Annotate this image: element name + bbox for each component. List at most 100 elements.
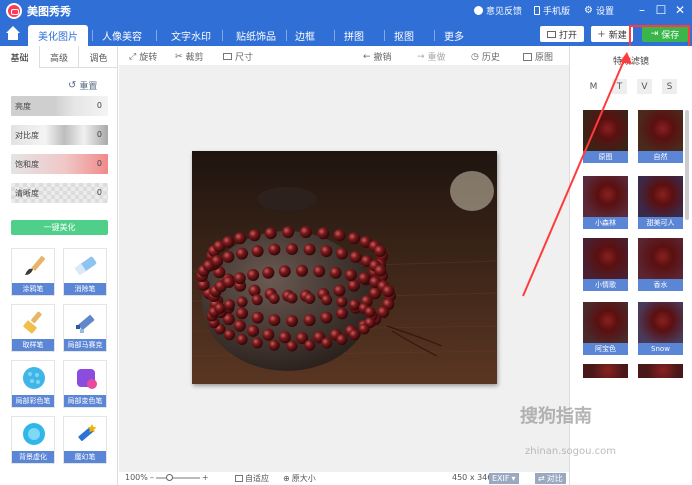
redo-button[interactable]: → 重做 [417,50,446,64]
bead [336,296,348,308]
brightness-slider[interactable]: 亮度 0 [11,96,108,116]
bead [264,227,277,240]
tab-stickers[interactable]: 贴纸饰品 [222,25,290,46]
local-color-pen-tool[interactable]: 局部彩色笔 [11,360,55,408]
bead [303,314,316,327]
tab-portrait[interactable]: 人像美容 [92,25,152,46]
exif-button[interactable]: EXIF ▾ [489,473,519,484]
redo-arrow-icon: → [417,51,425,62]
slider-value: 0 [96,130,102,139]
bead [321,337,333,349]
magic-pen-tool[interactable]: 魔幻笔 [63,416,107,464]
bead [336,307,348,320]
tab-advanced[interactable]: 高级 [40,46,79,68]
slider-value: 0 [96,159,102,168]
filter-category-t[interactable]: T [612,79,627,94]
filter-thumbnail[interactable]: 小森林 [583,176,628,229]
maximize-button[interactable]: ☐ [653,2,669,18]
reset-icon: ↺ [68,80,77,91]
home-icon[interactable] [4,26,22,42]
filter-category-v[interactable]: V [637,79,652,94]
tab-color[interactable]: 调色 [79,46,118,68]
filter-preview [583,302,628,343]
tool-label: 局部彩色笔 [12,395,54,407]
rotate-icon: ⤢ [129,51,137,62]
background-blur-tool[interactable]: 背景虚化 [11,416,55,464]
tool-label: 背景虚化 [12,451,54,463]
status-bar: 100% – + 自适应 ⊕ 原大小 450 x 346 EXIF ▾ ⇄ 对比 [119,472,569,485]
bead [358,272,371,285]
one-key-beautify-button[interactable]: 一键美化 [11,220,108,235]
crop-button[interactable]: ✂ 裁剪 [175,50,204,64]
open-button[interactable]: 打开 [540,26,584,42]
clone-pen-tool[interactable]: 取样笔 [11,304,55,352]
filter-thumbnail[interactable]: 小情歌 [583,238,628,291]
redo-label: 重做 [427,53,446,63]
minimize-button[interactable]: – [634,2,650,18]
zoom-control[interactable]: 100% – + [125,473,209,482]
filter-thumbnail[interactable]: 香水 [638,238,683,291]
clone-stamp-icon [23,311,42,334]
fit-button[interactable]: 自适应 [235,473,269,484]
tab-beautify[interactable]: 美化图片 [28,25,88,46]
filter-thumbnail[interactable]: 阿宝色 [583,302,628,355]
zoom-slider[interactable] [155,473,200,481]
filter-thumbnail[interactable]: Snow [638,302,683,355]
filter-thumbnail[interactable] [638,364,683,378]
reset-button[interactable]: ↺ 重置 [68,79,97,92]
watermark-brand: 搜狗指南 [520,406,592,427]
bead [251,294,263,306]
filter-thumbnail[interactable]: 甜美可人 [638,176,683,229]
history-button[interactable]: ◷ 历史 [471,50,500,64]
actual-size-button[interactable]: ⊕ 原大小 [283,473,316,484]
rotate-button[interactable]: ⤢ 旋转 [129,50,157,64]
compare-button[interactable]: ⇄ 对比 [535,473,566,484]
eraser-pen-tool[interactable]: 消除笔 [63,248,107,296]
tab-text-watermark[interactable]: 文字水印 [156,25,226,46]
edit-toolbar: ⤢ 旋转 ✂ 裁剪 尺寸 ← 撤销 → 重做 ◷ 历史 原图 [119,46,569,66]
filter-thumbnail[interactable]: 自然 [638,110,683,163]
filter-thumbnail[interactable]: 原图 [583,110,628,163]
undo-button[interactable]: ← 撤销 [363,50,392,64]
eraser-icon [74,256,97,275]
bead [251,337,263,349]
size-button[interactable]: 尺寸 [223,50,253,63]
slider-value: 0 [96,101,102,110]
tab-border[interactable]: 边框 [286,25,324,46]
close-button[interactable]: ✕ [672,2,688,18]
new-button[interactable]: + 新建 [591,26,633,42]
main-nav: 美化图片 人像美容 文字水印 贴纸饰品 边框 拼图 抠图 更多 打开 + 新建 [0,22,692,46]
zoom-out-icon[interactable]: – [150,473,154,482]
tab-more[interactable]: 更多 [434,25,474,46]
saturation-slider[interactable]: 饱和度 0 [11,154,108,174]
sharpness-slider[interactable]: 清晰度 0 [11,183,108,203]
bead [317,227,330,240]
local-recolor-pen-tool[interactable]: 局部变色笔 [63,360,107,408]
contrast-slider[interactable]: 对比度 0 [11,125,108,145]
filters-scrollbar[interactable] [685,110,689,220]
filter-category-s[interactable]: S [662,79,677,94]
original-button[interactable]: 原图 [523,50,553,63]
bead [313,265,326,278]
tab-basic[interactable]: 基础 [0,46,40,68]
filter-label: 原图 [583,151,628,163]
bead [251,311,264,324]
mobile-button[interactable]: 手机版 [534,4,570,17]
photo-prayer-beads[interactable] [192,151,497,384]
settings-button[interactable]: ⚙ 设置 [584,4,614,17]
filter-thumbnail[interactable] [583,364,628,378]
image-dimensions: 450 x 346 [452,473,493,482]
local-mosaic-tool[interactable]: 局部马赛克 [63,304,107,352]
filter-category-m[interactable]: M [586,79,601,94]
tool-label: 取样笔 [12,339,54,351]
magnifier-icon: ⊕ [283,474,290,483]
tab-cutout[interactable]: 抠图 [384,25,424,46]
bead [296,264,308,277]
zoom-in-icon[interactable]: + [202,473,209,482]
bead [224,299,235,311]
tab-collage[interactable]: 拼图 [334,25,374,46]
feedback-button[interactable]: 意见反馈 [474,4,522,17]
doodle-pen-tool[interactable]: 涂鸦笔 [11,248,55,296]
app-logo-icon [6,3,22,19]
bead [374,245,387,257]
